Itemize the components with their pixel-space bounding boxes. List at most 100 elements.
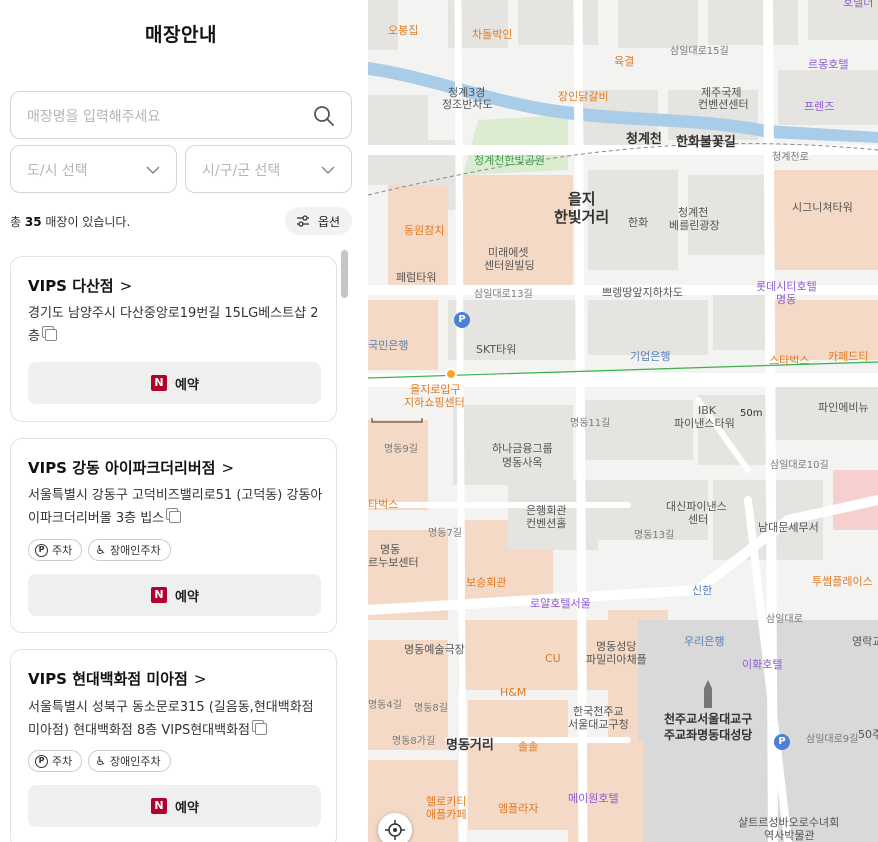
poi-label[interactable]: 페럼타워	[396, 271, 436, 284]
poi-label[interactable]: 남대문세무서	[758, 521, 819, 534]
poi-label[interactable]: 센터원빌딩	[484, 259, 535, 272]
area-label: 청계천	[626, 132, 662, 147]
poi-label[interactable]: 대신파이낸스	[666, 500, 727, 513]
disabled-parking-chip: ♿ 장애인주차	[88, 539, 171, 561]
area-label: 한빛거리	[554, 208, 610, 226]
area-label: 명동거리	[446, 738, 494, 753]
poi-label[interactable]: 파이낸스타워	[674, 417, 735, 430]
poi-label[interactable]: 우리은행	[684, 635, 724, 648]
subway-label[interactable]: 지하쇼핑센터	[404, 396, 465, 409]
poi-label[interactable]: 이화호텔	[742, 658, 782, 671]
street-label: 명동11길	[570, 418, 611, 429]
store-card[interactable]: VIPS 강동 아이파크더리버점 > 서울특별시 강동구 고덕비즈밸리로51 (고…	[10, 438, 337, 633]
search-icon[interactable]	[313, 105, 335, 127]
poi-label[interactable]: 르몽호텔	[808, 58, 848, 71]
poi-label[interactable]: 명동사옥	[502, 456, 542, 469]
poi-label[interactable]: 헬로키티	[426, 795, 466, 808]
poi-label[interactable]: 롯데시티호텔	[756, 280, 817, 293]
poi-label[interactable]: CU	[545, 652, 561, 665]
store-card[interactable]: VIPS 현대백화점 미아점 > 서울특별시 성북구 동소문로315 (길음동,현…	[10, 649, 337, 842]
options-button[interactable]: 옵션	[285, 207, 352, 235]
poi-label[interactable]: 베를린광장	[669, 219, 720, 232]
poi-label[interactable]: 명동	[776, 293, 796, 306]
naver-icon: N	[151, 587, 167, 603]
poi-label[interactable]: 육결	[614, 55, 634, 68]
poi-label[interactable]: 르누보센터	[368, 556, 419, 569]
poi-label[interactable]: 신한	[692, 584, 712, 597]
reserve-button[interactable]: N 예약	[28, 785, 321, 827]
poi-label[interactable]: 차돌박인	[472, 28, 512, 41]
poi-label[interactable]: 오봉집	[388, 24, 418, 37]
poi-label[interactable]: 청계천	[678, 206, 708, 219]
poi-label[interactable]: 쁘렝땅앞지하차도	[602, 286, 683, 299]
poi-label[interactable]: H&M	[500, 686, 526, 699]
subway-label[interactable]: 을지로입구	[410, 383, 461, 396]
poi-label[interactable]: 솔솔	[518, 740, 538, 753]
poi-label[interactable]: 역사박물관	[764, 829, 815, 842]
poi-label[interactable]: 투썸플레이스	[812, 575, 873, 588]
poi-label[interactable]: 엠플라자	[498, 802, 538, 815]
poi-label[interactable]: IBK	[698, 404, 716, 417]
poi-label[interactable]: 프렌즈	[804, 100, 834, 113]
copy-icon[interactable]	[255, 723, 267, 735]
poi-label[interactable]: 스타벅스	[769, 354, 809, 367]
copy-icon[interactable]	[44, 329, 57, 341]
poi-label[interactable]: 컨벤션센터	[698, 98, 749, 111]
poi-label[interactable]: SKT타워	[476, 343, 516, 356]
poi-label[interactable]: 한국천주교	[573, 705, 624, 718]
parking-chip: P 주차	[28, 750, 83, 772]
poi-label[interactable]: 50주	[858, 728, 878, 741]
poi-label[interactable]: 애플카페	[426, 808, 466, 821]
store-search-input[interactable]: 매장명을 입력해주세요	[10, 91, 352, 139]
poi-label[interactable]: 청계천한빛공원	[474, 154, 545, 167]
store-name-link[interactable]: VIPS 강동 아이파크더리버점 >	[28, 457, 234, 478]
poi-label[interactable]: 카페드티	[828, 350, 868, 363]
list-scrollbar[interactable]	[341, 250, 348, 298]
parking-icon[interactable]: P	[774, 734, 790, 750]
reserve-button[interactable]: N 예약	[28, 362, 321, 404]
poi-label[interactable]: 호텔더	[843, 0, 873, 9]
poi-label[interactable]: 장인닭갈비	[558, 90, 609, 103]
city-select[interactable]: 도/시 선택	[10, 145, 177, 193]
current-location-button[interactable]	[378, 813, 412, 842]
poi-label[interactable]: 타벅스	[368, 498, 398, 511]
map-view[interactable]: 오봉집 차돌박인 육결 삼일대로15길 청계3경 정조반차도 장인닭갈비 제주국…	[368, 0, 878, 842]
poi-label[interactable]: 파밀리아채플	[586, 653, 647, 666]
poi-label[interactable]: 천주교서울대교구	[664, 712, 752, 726]
district-select[interactable]: 시/구/군 선택	[185, 145, 352, 193]
poi-label[interactable]: 기업은행	[630, 350, 670, 363]
store-card[interactable]: VIPS 다산점 > 경기도 남양주시 다산중앙로19번길 15LG베스트샵 2층…	[10, 256, 337, 422]
poi-label[interactable]: 정조반차도	[442, 98, 493, 111]
poi-label[interactable]: 센터	[688, 513, 708, 526]
poi-label[interactable]: 서울대교구청	[568, 718, 629, 731]
poi-label[interactable]: 미래에셋	[488, 246, 528, 259]
reserve-button[interactable]: N 예약	[28, 574, 321, 616]
poi-label[interactable]: 메이원호텔	[568, 792, 619, 805]
copy-icon[interactable]	[169, 511, 182, 523]
poi-label[interactable]: 시그니쳐타워	[792, 201, 853, 214]
poi-label[interactable]: 동원참치	[404, 224, 444, 237]
area-label: 을지	[568, 190, 596, 208]
store-list-panel: 매장안내 매장명을 입력해주세요 도/시 선택 시/구/군 선택 총 35 매장…	[0, 0, 368, 842]
poi-label[interactable]: 한화	[628, 216, 648, 229]
poi-label[interactable]: 영락교	[852, 635, 878, 648]
chevron-down-icon	[146, 166, 160, 175]
subway-station-icon[interactable]	[445, 368, 457, 380]
parking-icon[interactable]: P	[454, 312, 470, 328]
store-name-link[interactable]: VIPS 다산점 >	[28, 275, 132, 296]
wheelchair-icon: ♿	[95, 543, 107, 557]
poi-label[interactable]: 명동예술극장	[404, 643, 465, 656]
store-count-value: 35	[24, 215, 42, 229]
poi-label[interactable]: 하나금융그룹	[492, 442, 553, 455]
poi-label[interactable]: 명동	[380, 543, 400, 556]
poi-label[interactable]: 주교좌명동대성당	[664, 728, 752, 742]
poi-label[interactable]: 컨벤션홀	[526, 517, 566, 530]
poi-label[interactable]: 로얄호텔서울	[530, 597, 591, 610]
poi-label[interactable]: 국민은행	[368, 339, 408, 352]
poi-label[interactable]: 보승회관	[466, 576, 506, 589]
poi-label[interactable]: 파인에비뉴	[818, 401, 869, 414]
poi-label[interactable]: 은행회관	[526, 504, 566, 517]
poi-label[interactable]: 명동성당	[596, 640, 636, 653]
poi-label[interactable]: 샬트르성바오로수녀회	[738, 816, 839, 829]
store-name-link[interactable]: VIPS 현대백화점 미아점 >	[28, 668, 206, 689]
